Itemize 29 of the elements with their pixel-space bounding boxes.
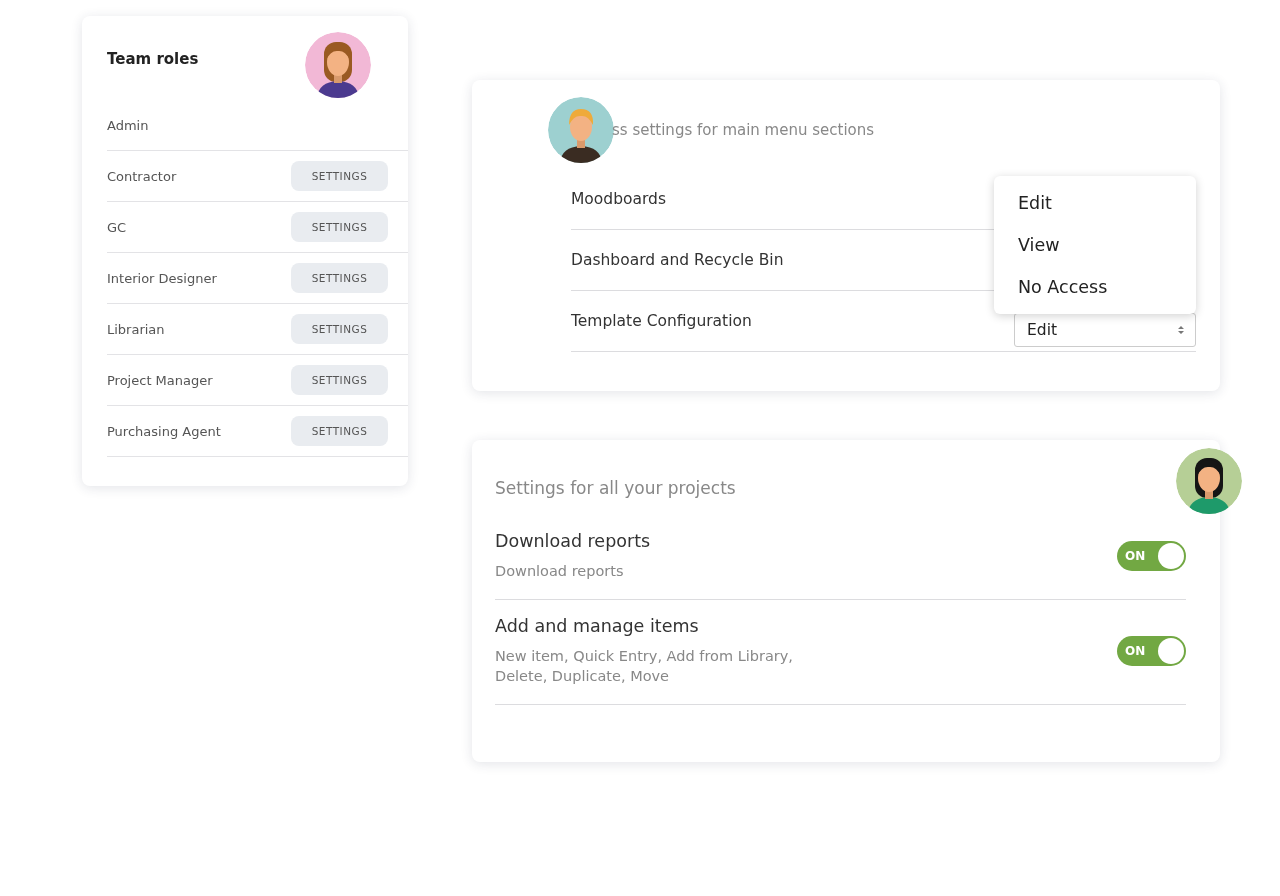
settings-button[interactable]: SETTINGS [291, 212, 388, 242]
settings-button[interactable]: SETTINGS [291, 416, 388, 446]
role-name: Interior Designer [107, 270, 217, 286]
settings-button[interactable]: SETTINGS [291, 161, 388, 191]
section-name: Dashboard and Recycle Bin [571, 251, 784, 269]
sort-arrows-icon [1177, 324, 1185, 336]
section-name: Moodboards [571, 190, 666, 208]
setting-description: New item, Quick Entry, Add from Library, Delete, Duplicate, Move [495, 647, 794, 686]
avatar-icon [305, 32, 371, 98]
menu-item[interactable]: View [994, 224, 1196, 266]
role-name: Librarian [107, 321, 165, 337]
role-name: GC [107, 219, 127, 235]
role-name: Contractor [107, 168, 177, 184]
role-name: Purchasing Agent [107, 423, 221, 439]
avatar-icon [1176, 448, 1242, 514]
role-name: Project Manager [107, 372, 213, 388]
card-title: Team roles [107, 50, 199, 68]
settings-button[interactable]: SETTINGS [291, 314, 388, 344]
menu-item[interactable]: Edit [994, 182, 1196, 224]
setting-title: Download reports [495, 531, 652, 551]
section-heading: Settings for all your projects [495, 478, 737, 498]
setting-description: Download reports [495, 562, 625, 581]
avatar-icon [548, 97, 614, 163]
section-name: Template Configuration [571, 312, 752, 330]
menu-item[interactable]: No Access [994, 266, 1196, 308]
role-name: Admin [107, 117, 149, 133]
settings-button[interactable]: SETTINGS [291, 263, 388, 293]
settings-button[interactable]: SETTINGS [291, 365, 388, 395]
setting-title: Add and manage items [495, 616, 700, 636]
